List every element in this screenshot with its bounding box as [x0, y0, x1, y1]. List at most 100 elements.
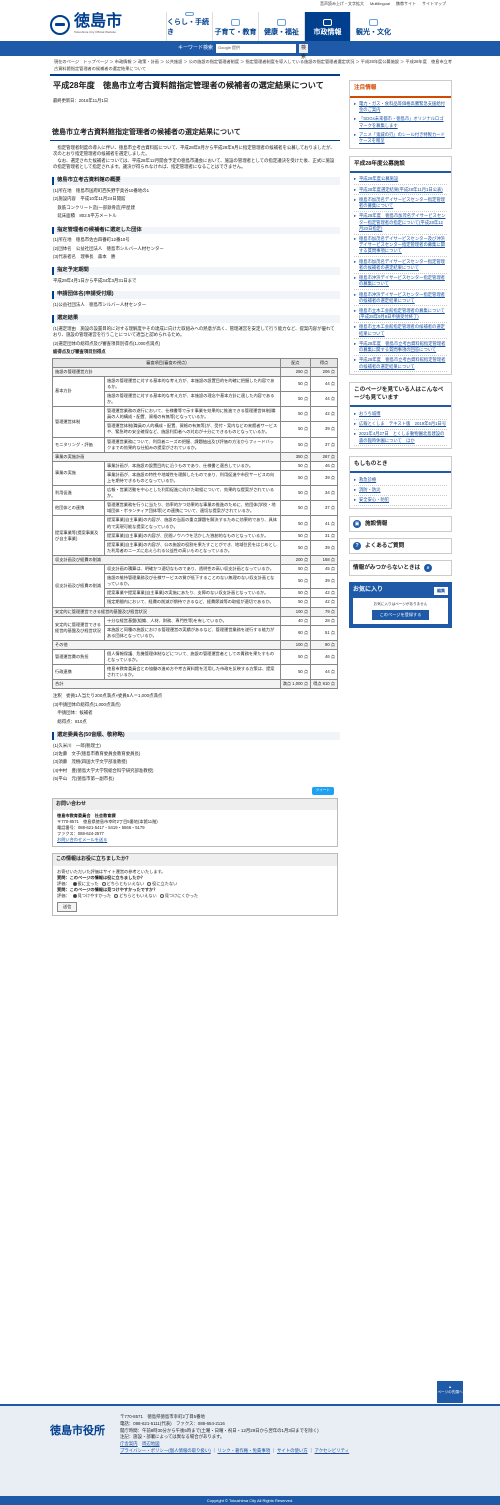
sidebar-link[interactable]: 平成28年度 徳島市立考古資料館指定管理者の候補者の選定結果について — [354, 356, 447, 373]
radio-not-useful[interactable] — [147, 881, 152, 886]
max-score-cell: 50 点 — [279, 406, 312, 423]
criteria-cell: 収支計画の積算は、明確かつ適切なものであり、透明性の高い収支計画となっているか。 — [104, 564, 281, 575]
radio-neutral2[interactable] — [114, 893, 119, 898]
table-row: その他 100 点 90 点 — [52, 639, 338, 650]
footer-link[interactable]: 庁舎案内 — [120, 1441, 138, 1446]
city-emblem-icon — [50, 14, 70, 35]
feedback-heading: この情報はお役に立ちましたか？ — [53, 854, 337, 866]
facility-button[interactable]: ▣ 施設情報 — [349, 516, 452, 533]
gnav-health[interactable]: 健康・福祉 — [258, 12, 304, 41]
table-header: 配点 — [279, 357, 312, 368]
sidebar-link[interactable]: 平成28年度公募施設 — [354, 175, 447, 186]
table-row: 収支計画及び経費の削減 200 点 168 点 — [52, 554, 338, 566]
criteria-cell: 提案事業(自主事業)の内容が、施設の当面の重点課題を解決するために効果的であり、… — [104, 515, 281, 532]
sidebar-link[interactable]: 広報とくしま テキスト版 2019年5月1日号 — [354, 420, 447, 430]
sidebar-link[interactable]: 「SDGs未来都市・徳島市」オリジナルロゴマークを募集します — [354, 115, 447, 130]
sidebar-link[interactable]: 平成28年度 徳島市加茂名デイサービスセンター指定管理者の指定について(平成28… — [354, 212, 447, 235]
site-logo[interactable]: 徳島市 Tokushima City Official Website — [50, 14, 168, 35]
footer-link[interactable]: アクセシビリティ — [315, 1448, 350, 1453]
max-score-cell: 50 点 — [279, 648, 312, 666]
criteria-cell: 徳島市教育委員会との協働の進め方や考古資料館を活用した市政を反映する方策は、提案… — [104, 664, 281, 681]
radio-easy[interactable] — [72, 893, 77, 898]
sidebar-link[interactable]: 安全安心・防犯 — [354, 496, 447, 507]
max-score-cell: 50 点 — [279, 500, 312, 517]
not-found-button[interactable]: 情報がみつからないときは ⌕ — [349, 560, 452, 577]
sidebar-link[interactable]: アニメ「鬼滅の刃」のシール付き特製カードケースを贈呈 — [354, 130, 447, 145]
text-line: (1)選定理由 施設の設置目的に対する理解度やその達成に向けた取組みへの熱意が高… — [53, 326, 335, 338]
sidebar-link[interactable]: 電力・ガス・食料品等価格高騰緊急支援給付金のご案内 — [354, 100, 447, 115]
score-cell: 37 点 — [310, 436, 338, 453]
sidebar-link[interactable]: 徳島市加茂名デイサービスセンター及び沖浜デイサービスセンター指定管理者の募集に関… — [354, 235, 447, 258]
sidebar-link[interactable]: 徳島市加茂名デイサービスセンター指定管理者の候補者の選定結果について — [354, 257, 447, 274]
sidebar-link[interactable]: 徳島市加茂名デイサービスセンター指定管理者の募集について — [354, 195, 447, 212]
favorites-register-button[interactable]: このページを登録する — [371, 610, 430, 621]
notice-box: 注目情報 電力・ガス・食料品等価格高騰緊急支援給付金のご案内「SDGs未来都市・… — [349, 80, 452, 149]
sidebar-link[interactable]: 消防・防災 — [354, 486, 447, 496]
favorites-edit-button[interactable]: 編集 — [434, 586, 448, 595]
radio-useful[interactable] — [72, 881, 77, 886]
radio-hard[interactable] — [159, 893, 164, 898]
item-cell: 収支計画及び経費の削減 — [52, 564, 105, 608]
criteria-cell: 施設の管理運営に対する基本的な考え方が、本施設の理念や基本方針に適した内容である… — [104, 390, 281, 408]
sidebar-link[interactable]: 徳島市沖浜デイサービスセンター指定管理者の候補者の選定結果について — [354, 290, 447, 307]
footer-link[interactable]: リンク・著作権・免責事項 — [218, 1448, 271, 1453]
table-row: 安定的に管理運営できる経営的基盤及び経営状況 100 点 79 点 — [52, 606, 338, 617]
item-cell: 他団体との連携 — [52, 500, 105, 517]
utility-link[interactable]: 音声読み上げ・文字拡大 — [320, 1, 364, 8]
utility-link[interactable]: 携帯サイト — [396, 1, 416, 8]
category-cell: その他 — [52, 639, 281, 650]
footer-line: 電話：088-621-5111(代表) ファクス：088-654-2116 — [120, 1420, 225, 1426]
sidebar-link[interactable]: 救急診療 — [354, 475, 447, 486]
item-cell: 管理運営費の負担 — [52, 648, 105, 666]
footer-link[interactable]: プライバシー・ポリシー(個人情報の取り扱い) — [120, 1448, 211, 1453]
footer-link[interactable]: 周辺地図 — [142, 1441, 160, 1446]
max-score-cell: 50 点 — [279, 530, 312, 541]
radio-neutral[interactable] — [101, 881, 106, 886]
global-nav: くらし・手続き 子育て・教育 健康・福祉 市政情報 観光・文化 — [166, 12, 396, 41]
table-row: 施設の管理運営方針 250 点 206 点 — [52, 366, 338, 377]
mail-link[interactable]: お問い合わせメールを送る — [57, 837, 333, 843]
item-cell: 事業の実施 — [52, 460, 105, 487]
text-line: (2)選定団体の総得点及び審査項目別得点(1,000点満点) — [53, 340, 161, 346]
text-line: (1)所在地 徳島市国府町西矢野字奥谷10番地の1 — [53, 188, 150, 194]
score-cell: 得点 810 点 — [310, 679, 338, 690]
text-line: (1)久米川 一郎(税理士) — [53, 742, 101, 748]
max-score-cell: 250 点 — [279, 366, 312, 377]
sidebar-link[interactable]: 徳島市沖浜デイサービスセンター指定管理者の募集について — [354, 274, 447, 291]
score-cell: 41 点 — [310, 515, 338, 532]
search-button[interactable]: 検索 — [299, 44, 309, 60]
tweet-button[interactable]: ツイート — [311, 787, 334, 795]
sidebar-link[interactable]: おうち城博 — [354, 409, 447, 420]
table-header: 審査項目(審査の視点) — [52, 357, 281, 368]
site-footer: 徳島市役所 〒770-8571 徳島県徳島市幸町2丁目5番地 電話：088-62… — [0, 1404, 500, 1505]
score-cell: 45 点 — [310, 564, 338, 575]
copyright: Copyright © Tokushima City All Rights Re… — [0, 1496, 500, 1505]
gnav-living[interactable]: くらし・手続き — [166, 12, 212, 41]
sidebar-link[interactable]: 平成28年度選定結果(平成28年11月1日公表) — [354, 185, 447, 196]
gnav-tourism[interactable]: 観光・文化 — [350, 12, 396, 41]
table-row: 事業の実施計画 350 点 267 点 — [52, 451, 338, 462]
footer-link[interactable]: サイトの使い方 — [277, 1448, 308, 1453]
sidebar-link[interactable]: 平成28年度 徳島市立考古資料館指定管理者の募集に関する質問事項の回答について — [354, 339, 447, 356]
sidebar-link[interactable]: 徳島市立木工会館指定管理者の募集について(平成28年9月8日申請受付終了) — [354, 306, 447, 323]
breadcrumb[interactable]: 現在のページ トップページ ＞ 市政情報 ＞ 政策・計画 ＞ 公共施設 ＞ 公の… — [54, 59, 452, 72]
category-cell: 合計 — [52, 679, 281, 690]
table-row: 事業の実施 事業計画が、本施設の設置目的に沿うものであり、仕様書と適合しているか。… — [52, 460, 338, 487]
faq-button[interactable]: ? よくあるご質問 — [349, 538, 452, 555]
score-cell: 267 点 — [310, 451, 338, 462]
utility-link[interactable]: サイトマップ — [422, 1, 446, 8]
sidebar-link[interactable]: 2021年4月27日 とくしま動物園北島建設の森の臨時休園について ほか — [354, 430, 447, 447]
note-line: 注釈 委員1人当たり200点満点×委員5人＝1,000点満点 — [53, 693, 163, 699]
search-input[interactable]: Google 提供 — [216, 44, 297, 53]
gnav-childcare[interactable]: 子育て・教育 — [212, 12, 258, 41]
gnav-city-info[interactable]: 市政情報 — [304, 12, 350, 41]
page-top-button[interactable]: ▲ ページの先頭へ — [437, 1381, 463, 1403]
score-cell: 37 点 — [310, 500, 338, 517]
max-score-cell: 50 点 — [279, 664, 312, 681]
updated-date: 最終更新日：2016年11月1日 — [53, 97, 109, 103]
intro-text: 指定管理者制度の導入に伴い、徳島市立考古資料館について、平成28年8月から平成2… — [53, 144, 335, 169]
utility-link[interactable]: Multilingual — [370, 1, 390, 8]
score-cell: 206 点 — [310, 366, 338, 377]
sidebar-link[interactable]: 徳島市立木工会館指定管理者の候補者の選定結果について — [354, 323, 447, 340]
send-button[interactable]: 送信 — [57, 902, 78, 913]
